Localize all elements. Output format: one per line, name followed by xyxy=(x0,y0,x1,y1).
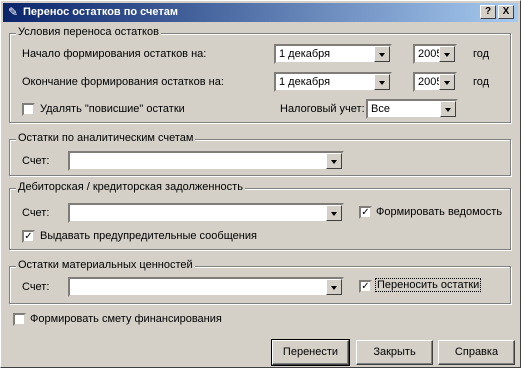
analytic-group-title: Остатки по аналитическим счетам xyxy=(16,132,196,144)
help-button[interactable]: Справка xyxy=(438,340,515,365)
material-group-title: Остатки материальных ценностей xyxy=(16,259,195,271)
debt-account-label: Счет: xyxy=(22,207,50,219)
chevron-down-icon[interactable] xyxy=(326,205,342,221)
transfer-balances-label[interactable]: Переносить остатки xyxy=(374,278,482,292)
material-account-select[interactable] xyxy=(68,277,344,297)
dialog-window: ✎ Перенос остатков по счетам ? X Условия… xyxy=(0,0,521,368)
analytic-account-label: Счет: xyxy=(22,155,50,167)
analytic-account-select[interactable] xyxy=(68,151,344,171)
chevron-down-icon[interactable] xyxy=(374,74,390,90)
tax-accounting-value: Все xyxy=(371,103,390,115)
analytic-group: Остатки по аналитическим счетам Счет: xyxy=(9,132,511,176)
start-date-label: Начало формирования остатков на: xyxy=(22,48,207,60)
form-statement-checkbox[interactable]: ✓ xyxy=(359,206,372,219)
material-account-label: Счет: xyxy=(22,281,50,293)
debt-group: Дебиторская / кредиторская задолженность… xyxy=(9,181,511,250)
tax-accounting-label: Налоговый учет: xyxy=(280,103,365,115)
material-group: Остатки материальных ценностей Счет: ✓ П… xyxy=(9,259,511,304)
debt-account-select[interactable] xyxy=(68,203,344,223)
app-icon: ✎ xyxy=(7,5,19,19)
budget-checkbox[interactable] xyxy=(13,313,26,326)
chevron-down-icon[interactable] xyxy=(439,74,455,90)
transfer-button[interactable]: Перенести xyxy=(271,339,350,366)
end-date-label: Окончание формирования остатков на: xyxy=(22,76,224,88)
start-year-select[interactable]: 2005 xyxy=(413,44,457,64)
end-year-select[interactable]: 2005 xyxy=(413,72,457,92)
window-title: Перенос остатков по счетам xyxy=(23,6,178,18)
warnings-label[interactable]: Выдавать предупредительные сообщения xyxy=(40,230,257,242)
close-title-button[interactable]: X xyxy=(498,5,514,19)
end-year-unit: год xyxy=(473,76,490,88)
chevron-down-icon[interactable] xyxy=(374,46,390,62)
start-month-select[interactable]: 1 декабря xyxy=(274,44,392,64)
start-year-unit: год xyxy=(473,48,490,60)
end-month-value: 1 декабря xyxy=(279,76,331,88)
tax-accounting-select[interactable]: Все xyxy=(366,99,458,119)
budget-label[interactable]: Формировать смету финансирования xyxy=(30,313,222,325)
chevron-down-icon[interactable] xyxy=(326,279,342,295)
chevron-down-icon[interactable] xyxy=(326,153,342,169)
warnings-checkbox[interactable]: ✓ xyxy=(22,230,35,243)
close-button[interactable]: Закрыть xyxy=(356,340,433,365)
start-month-value: 1 декабря xyxy=(279,48,331,60)
form-statement-label[interactable]: Формировать ведомость xyxy=(376,206,502,218)
chevron-down-icon[interactable] xyxy=(439,46,455,62)
help-title-button[interactable]: ? xyxy=(480,5,496,19)
conditions-group-title: Условия переноса остатков xyxy=(16,26,161,38)
conditions-group: Условия переноса остатков Начало формиро… xyxy=(9,26,511,123)
end-month-select[interactable]: 1 декабря xyxy=(274,72,392,92)
title-bar[interactable]: ✎ Перенос остатков по счетам ? X xyxy=(3,3,518,22)
delete-hanging-checkbox[interactable] xyxy=(22,103,35,116)
delete-hanging-label[interactable]: Удалять "повисшие" остатки xyxy=(40,103,185,115)
chevron-down-icon[interactable] xyxy=(440,101,456,117)
transfer-balances-checkbox[interactable]: ✓ xyxy=(359,280,372,293)
debt-group-title: Дебиторская / кредиторская задолженность xyxy=(16,181,245,193)
